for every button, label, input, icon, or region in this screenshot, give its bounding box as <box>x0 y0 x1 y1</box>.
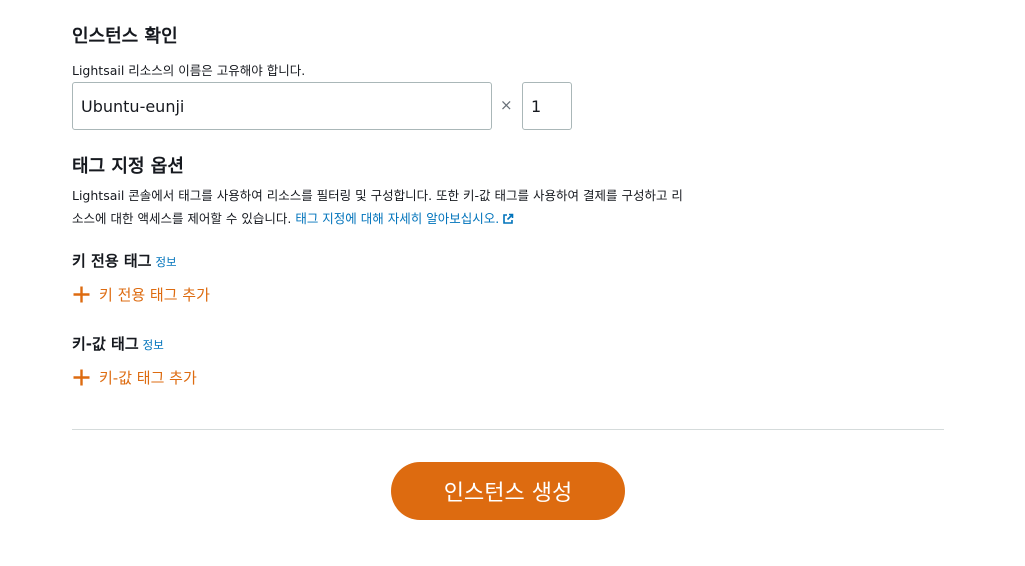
add-key-only-tag-label: 키 전용 태그 추가 <box>99 286 210 304</box>
add-key-value-tag-button[interactable]: 키-값 태그 추가 <box>72 367 197 388</box>
tagging-section-title: 태그 지정 옵션 <box>72 156 184 177</box>
key-only-tags-heading: 키 전용 태그 정보 <box>72 250 177 271</box>
plus-icon <box>73 286 90 303</box>
instance-name-input[interactable] <box>72 82 492 130</box>
learn-more-tagging-link-text: 태그 지정에 대해 자세히 알아보십시오. <box>295 211 500 226</box>
multiply-icon: × <box>500 96 513 114</box>
key-only-tags-info-link[interactable]: 정보 <box>155 255 176 269</box>
tagging-description-line2-text: 소스에 대한 액세스를 제어할 수 있습니다. <box>72 211 296 226</box>
instance-section-title: 인스턴스 확인 <box>72 26 178 47</box>
plus-icon <box>73 369 90 386</box>
key-only-tags-heading-text: 키 전용 태그 <box>72 252 152 270</box>
key-value-tags-info-link[interactable]: 정보 <box>143 338 164 352</box>
key-value-tags-heading: 키-값 태그 정보 <box>72 333 164 354</box>
add-key-value-tag-label: 키-값 태그 추가 <box>99 369 197 387</box>
instance-name-hint: Lightsail 리소스의 이름은 고유해야 합니다. <box>72 63 306 78</box>
key-value-tags-heading-text: 키-값 태그 <box>72 335 139 353</box>
section-divider <box>72 429 944 430</box>
add-key-only-tag-button[interactable]: 키 전용 태그 추가 <box>72 284 210 305</box>
tagging-description: Lightsail 콘솔에서 태그를 사용하여 리소스를 필터링 및 구성합니다… <box>72 184 802 230</box>
external-link-icon <box>503 213 514 224</box>
create-instance-button[interactable]: 인스턴스 생성 <box>391 462 625 520</box>
tagging-description-line1: Lightsail 콘솔에서 태그를 사용하여 리소스를 필터링 및 구성합니다… <box>72 188 683 203</box>
instance-count-input[interactable] <box>522 82 572 130</box>
tagging-description-line2: 소스에 대한 액세스를 제어할 수 있습니다. 태그 지정에 대해 자세히 알아… <box>72 207 802 230</box>
learn-more-tagging-link[interactable]: 태그 지정에 대해 자세히 알아보십시오. <box>295 211 514 226</box>
